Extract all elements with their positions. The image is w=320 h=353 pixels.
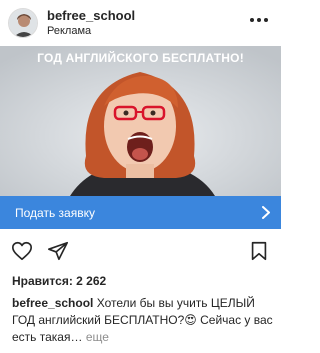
username-link[interactable]: befree_school: [47, 8, 135, 23]
caption-username[interactable]: befree_school: [12, 296, 93, 310]
avatar-image: [9, 9, 37, 37]
post-actions: [0, 238, 281, 266]
ad-headline: ГОД АНГЛИЙСКОГО БЕСПЛАТНО!: [37, 51, 244, 65]
ad-image[interactable]: ГОД АНГЛИЙСКОГО БЕСПЛАТНО!: [0, 46, 281, 196]
apply-cta-label: Подать заявку: [15, 206, 95, 220]
post-caption: befree_school Хотели бы вы учить ЦЕЛЫЙ Г…: [12, 295, 274, 346]
caption-more-link[interactable]: еще: [86, 330, 109, 344]
likes-count[interactable]: Нравится: 2 262: [12, 274, 106, 288]
post-header: befree_school Реклама: [0, 0, 281, 46]
sponsored-label: Реклама: [47, 25, 92, 37]
apply-cta-button[interactable]: Подать заявку: [0, 196, 281, 229]
avatar[interactable]: [8, 8, 38, 38]
paper-plane-icon[interactable]: [47, 240, 69, 262]
heart-icon[interactable]: [11, 240, 33, 262]
chevron-right-icon: [262, 206, 270, 219]
ad-photo: [0, 46, 281, 196]
more-horizontal-icon[interactable]: [249, 14, 269, 26]
bookmark-icon[interactable]: [248, 240, 270, 262]
